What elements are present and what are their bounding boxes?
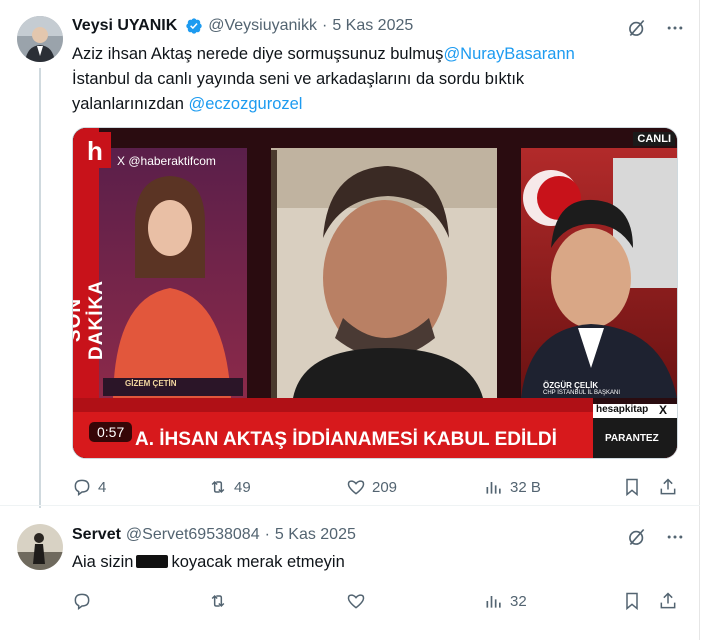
separator-dot: ·	[321, 17, 328, 34]
reply-button[interactable]: 4	[72, 473, 106, 501]
reply-text: Aia sizin koyacak merak etmeyin	[72, 550, 672, 575]
tweet-text-line3: yalanlarınızdan	[72, 95, 189, 113]
grok-icon[interactable]	[627, 18, 647, 43]
more-options-icon[interactable]	[665, 18, 685, 43]
heart-icon	[347, 480, 365, 495]
redaction-mark	[136, 555, 169, 568]
right-person-subcaption: CHP İSTANBUL İL BAŞKANI	[543, 390, 621, 396]
like-count: 209	[372, 478, 398, 496]
views-button[interactable]: 32 B	[484, 473, 541, 501]
video-frame: h	[73, 128, 677, 458]
sponsor-logo: hesapkitap	[596, 404, 649, 415]
tweet-top-actions	[627, 18, 685, 43]
repost-count: 49	[234, 478, 251, 496]
author-handle[interactable]: @Servet69538084	[126, 526, 260, 544]
share-button[interactable]	[658, 587, 678, 615]
x-logo-mark: X	[659, 403, 668, 417]
repost-button[interactable]	[208, 587, 228, 615]
views-count: 32 B	[510, 478, 541, 496]
svg-text:h: h	[87, 136, 103, 166]
repost-icon	[211, 480, 225, 494]
tweet-actions: 4 49 209 32 B	[72, 473, 682, 501]
reply-text-start: Aia sizin	[72, 553, 134, 571]
share-icon	[660, 478, 676, 495]
heart-icon	[347, 594, 365, 609]
reply-icon	[74, 479, 90, 496]
grok-icon[interactable]	[627, 527, 647, 552]
headline-ticker: A. İHSAN AKTAŞ İDDİANAMESİ KABUL EDİLDİ	[135, 429, 557, 450]
bookmark-icon	[626, 478, 638, 497]
video-player[interactable]: h X @haberaktifcom CANLI SON DAKİKA GİZE…	[72, 127, 678, 459]
bookmark-button[interactable]	[622, 587, 642, 615]
reply-actions: 32	[72, 587, 682, 615]
like-button[interactable]: 209	[346, 473, 397, 501]
tweet-text-line1: Aziz ihsan Aktaş nerede diye sormuşsunuz…	[72, 45, 444, 63]
tweet-date[interactable]: 5 Kas 2025	[332, 17, 413, 35]
right-person-caption: ÖZGÜR ÇELİK	[543, 381, 599, 390]
video-duration: 0:57	[89, 422, 133, 442]
thread-connector	[39, 68, 41, 508]
timeline-frame: Veysi UYANIK @Veysiuyanikk · 5 Kas 2025 …	[0, 0, 700, 640]
more-options-icon[interactable]	[665, 527, 685, 552]
author-name[interactable]: Veysi UYANIK	[72, 17, 177, 35]
bookmark-button[interactable]	[622, 473, 642, 501]
program-name: PARANTEZ	[605, 433, 659, 444]
live-badge: CANLI	[633, 132, 675, 146]
reply-icon	[74, 593, 90, 610]
separator-dot: ·	[264, 526, 270, 543]
channel-watermark: X @haberaktifcom	[117, 154, 216, 168]
verified-badge-icon	[185, 17, 203, 35]
views-button[interactable]: 32	[484, 587, 527, 615]
author-name[interactable]: Servet	[72, 526, 121, 544]
author-handle[interactable]: @Veysiuyanikk	[208, 17, 317, 35]
share-button[interactable]	[658, 473, 678, 501]
reply-text-end: koyacak merak etmeyin	[171, 553, 345, 571]
tweet-text: Aziz ihsan Aktaş nerede diye sormuşsunuz…	[72, 42, 672, 117]
views-count: 32	[510, 592, 527, 610]
repost-button[interactable]: 49	[208, 473, 251, 501]
like-button[interactable]	[346, 587, 366, 615]
share-icon	[660, 592, 676, 609]
tweet-text-line2: İstanbul da canlı yayında seni ve arkada…	[72, 70, 525, 88]
analytics-icon	[486, 482, 501, 494]
analytics-icon	[486, 596, 501, 608]
avatar[interactable]	[17, 16, 63, 62]
mention-link[interactable]: @eczozgurozel	[189, 95, 303, 113]
reply-count: 4	[98, 478, 107, 496]
avatar[interactable]	[17, 524, 63, 570]
tweet-header: Veysi UYANIK @Veysiuyanikk · 5 Kas 2025	[72, 17, 413, 35]
reply-button[interactable]	[72, 587, 92, 615]
son-dakika-banner: SON DAKİKA	[72, 280, 107, 360]
bookmark-icon	[626, 592, 638, 611]
left-person-caption: GİZEM ÇETİN	[125, 379, 177, 388]
tweet-divider	[0, 505, 700, 506]
reply-top-actions	[627, 527, 685, 552]
tweet-date[interactable]: 5 Kas 2025	[275, 526, 356, 544]
repost-icon	[211, 594, 225, 608]
mention-link[interactable]: @NurayBasarann	[443, 45, 574, 63]
reply-header: Servet @Servet69538084 · 5 Kas 2025	[72, 526, 356, 544]
